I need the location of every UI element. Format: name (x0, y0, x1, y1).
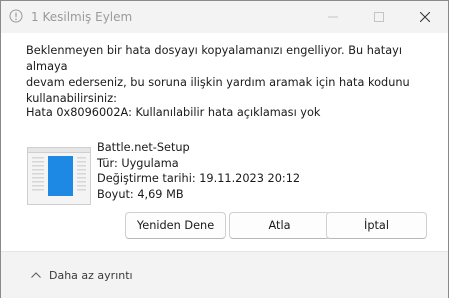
close-button[interactable] (402, 1, 448, 33)
message-line: Beklenmeyen bir hata dosyayı kopyalamanı… (26, 44, 402, 73)
chevron-up-icon (31, 272, 41, 278)
maximize-icon (374, 12, 384, 22)
error-code: Hata 0x8096002A: Kullanılabilir hata açı… (26, 106, 321, 119)
file-name: Battle.net-Setup (97, 141, 190, 154)
error-dialog-window: 1 Kesilmiş Eylem Beklenmeyen bir hata do… (0, 0, 449, 298)
skip-button[interactable]: Atla (229, 212, 330, 239)
retry-button[interactable]: Yeniden Dene (125, 212, 226, 239)
close-icon (420, 12, 430, 22)
file-modified-date: Değiştirme tarihi: 19.11.2023 20:12 (97, 172, 301, 185)
title-bar[interactable]: 1 Kesilmiş Eylem (1, 1, 448, 33)
dialog-content: Beklenmeyen bir hata dosyayı kopyalamanı… (1, 33, 448, 251)
window-title: 1 Kesilmiş Eylem (31, 10, 133, 24)
file-size: Boyut: 4,69 MB (97, 187, 184, 201)
error-icon (9, 9, 23, 23)
file-thumbnail-icon (27, 147, 91, 205)
dialog-footer: Daha az ayrıntı (1, 251, 448, 298)
less-details-label: Daha az ayrıntı (49, 268, 133, 282)
minimize-button[interactable] (310, 1, 356, 33)
file-type: Tür: Uygulama (97, 156, 179, 170)
less-details-toggle[interactable]: Daha az ayrıntı (31, 266, 133, 284)
error-message: Beklenmeyen bir hata dosyayı kopyalamanı… (26, 43, 436, 107)
cancel-button[interactable]: İptal (326, 212, 427, 239)
maximize-button[interactable] (356, 1, 402, 33)
file-details: Battle.net-Setup Tür: Uygulama Değiştirm… (97, 140, 300, 202)
message-line: devam ederseniz, bu soruna ilişkin yardı… (26, 76, 410, 89)
minimize-icon (328, 16, 338, 18)
